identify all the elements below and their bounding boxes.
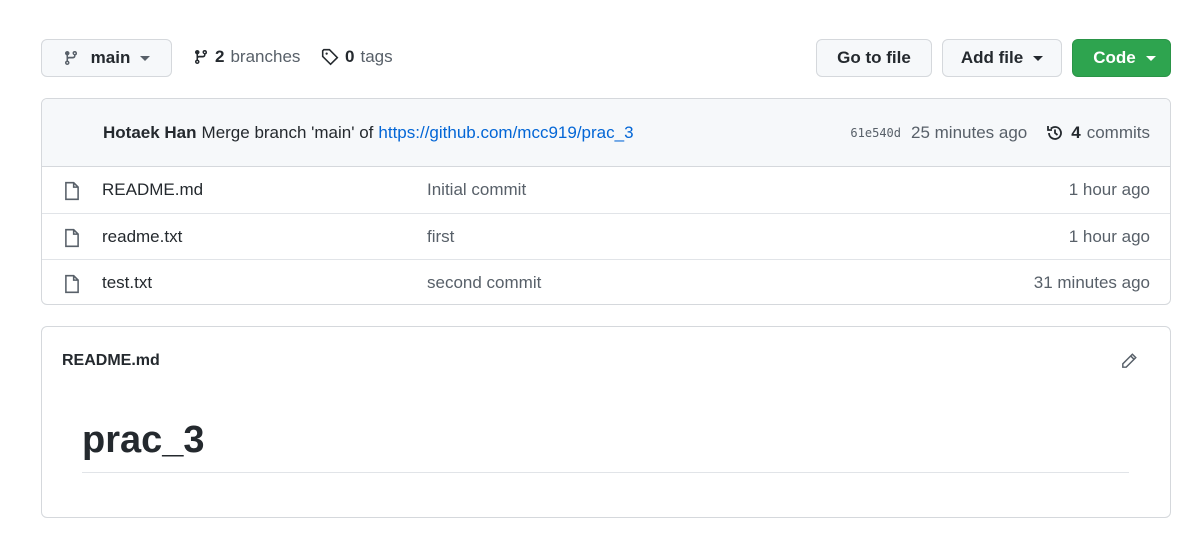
chevron-down-icon bbox=[1033, 55, 1044, 61]
tag-icon bbox=[321, 48, 339, 66]
commits-link[interactable]: 4 commits bbox=[1045, 123, 1150, 143]
chevron-down-icon bbox=[1145, 55, 1156, 61]
file-browser: Hotaek Han Merge branch 'main' of https:… bbox=[41, 98, 1171, 305]
commit-link[interactable]: https://github.com/mcc919/prac_3 bbox=[378, 123, 633, 143]
commit-time: 25 minutes ago bbox=[911, 122, 1028, 142]
tags-count: 0 bbox=[345, 47, 355, 66]
commits-label: commits bbox=[1086, 122, 1150, 142]
file-commit-time: 31 minutes ago bbox=[1033, 272, 1150, 292]
latest-commit-bar: Hotaek Han Merge branch 'main' of https:… bbox=[42, 99, 1170, 167]
add-file-label: Add file bbox=[960, 48, 1024, 67]
commit-author[interactable]: Hotaek Han bbox=[103, 123, 197, 143]
commits-count: 4 bbox=[1071, 122, 1081, 142]
file-row: test.txt second commit 31 minutes ago bbox=[42, 259, 1170, 304]
file-commit-message[interactable]: second commit bbox=[427, 273, 541, 293]
tags-link[interactable]: 0 tags bbox=[321, 47, 393, 67]
branches-label: branches bbox=[230, 47, 301, 66]
branches-count: 2 bbox=[215, 47, 225, 66]
file-commit-message[interactable]: Initial commit bbox=[427, 180, 526, 200]
file-name[interactable]: test.txt bbox=[102, 273, 152, 293]
add-file-button[interactable]: Add file bbox=[942, 39, 1062, 77]
file-row: readme.txt first 1 hour ago bbox=[42, 213, 1170, 259]
commit-sha[interactable]: 61e540d bbox=[850, 126, 901, 140]
code-button[interactable]: Code bbox=[1072, 39, 1171, 77]
file-commit-message[interactable]: first bbox=[427, 227, 454, 247]
readme-heading: prac_3 bbox=[82, 419, 1129, 473]
file-commit-time: 1 hour ago bbox=[1068, 226, 1150, 246]
readme-panel: README.md prac_3 bbox=[41, 326, 1171, 518]
history-icon bbox=[1047, 125, 1063, 140]
readme-filename: README.md bbox=[62, 352, 160, 369]
branch-name: main bbox=[90, 48, 131, 67]
git-branch-icon bbox=[195, 49, 207, 65]
file-icon bbox=[65, 228, 79, 248]
file-name[interactable]: readme.txt bbox=[102, 227, 182, 247]
commit-message: Merge branch 'main' of bbox=[201, 122, 374, 142]
branch-selector[interactable]: main bbox=[41, 39, 172, 77]
chevron-down-icon bbox=[140, 55, 151, 61]
file-name[interactable]: README.md bbox=[102, 180, 203, 200]
branches-link[interactable]: 2 branches bbox=[193, 47, 300, 67]
file-row: README.md Initial commit 1 hour ago bbox=[42, 167, 1170, 213]
tags-label: tags bbox=[360, 47, 393, 66]
file-commit-time: 1 hour ago bbox=[1068, 180, 1150, 199]
git-branch-icon bbox=[64, 50, 77, 66]
code-label-text: Code bbox=[1093, 48, 1136, 67]
pencil-icon[interactable] bbox=[1120, 352, 1138, 370]
file-icon bbox=[65, 181, 79, 201]
go-to-file-button[interactable]: Go to file bbox=[816, 39, 932, 77]
file-icon bbox=[65, 274, 79, 294]
